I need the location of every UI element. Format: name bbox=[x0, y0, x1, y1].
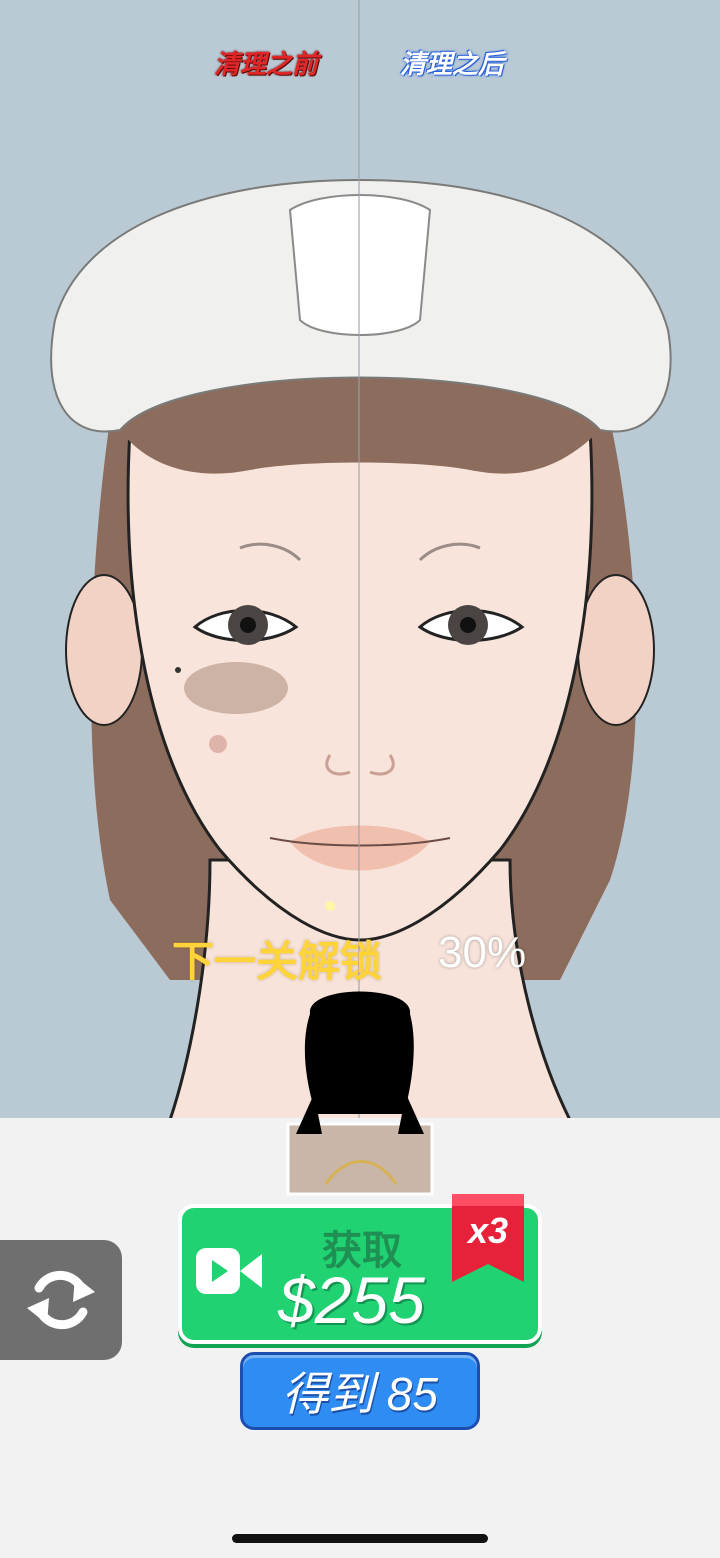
next-level-unlock-text: 下一关解锁 bbox=[172, 938, 383, 985]
get-coins-label: 得到 85 bbox=[282, 1368, 438, 1420]
before-label: 清理之前 bbox=[214, 49, 319, 79]
multiplier-text: x3 bbox=[467, 1210, 509, 1251]
refresh-icon bbox=[27, 1270, 95, 1330]
home-indicator bbox=[232, 1534, 488, 1543]
next-level-silhouette bbox=[286, 984, 434, 1196]
get-coins-button[interactable]: 得到 85 bbox=[240, 1352, 480, 1430]
reward-amount: $255 bbox=[278, 1263, 425, 1337]
video-camera-icon bbox=[196, 1248, 262, 1294]
after-label: 清理之后 bbox=[400, 49, 505, 79]
refresh-button[interactable] bbox=[0, 1240, 122, 1360]
unlock-percent: 30% bbox=[438, 928, 527, 977]
